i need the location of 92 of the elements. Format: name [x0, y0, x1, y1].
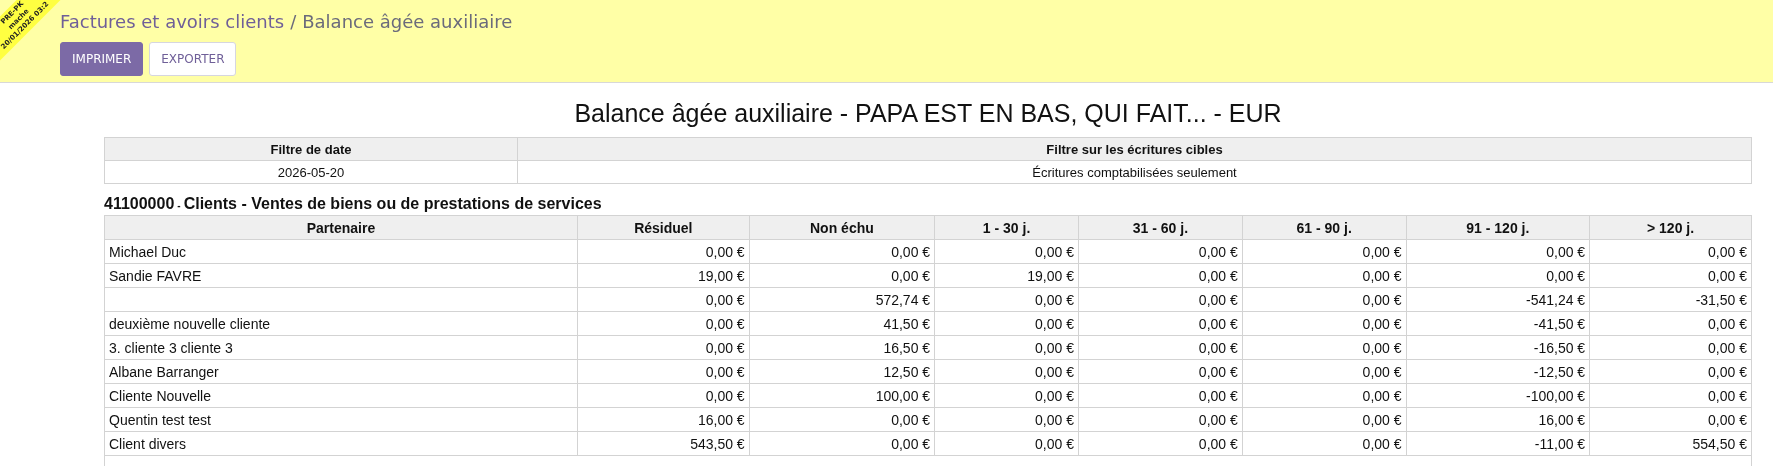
report-title: Balance âgée auxiliaire - PAPA EST EN BAS, QUI FAIT... - EUR [573, 99, 1283, 128]
table-cell: 19,00 € [934, 263, 1079, 288]
column-header: Partenaire [104, 215, 578, 240]
table-cell: 0,00 € [1078, 311, 1243, 336]
table-cell: 100,00 € [749, 383, 935, 408]
table-cell: 0,00 € [1242, 263, 1407, 288]
table-cell: 0,00 € [934, 239, 1079, 264]
table-cell: 0,00 € [1078, 263, 1243, 288]
table-cell: deuxième nouvelle cliente [104, 311, 578, 336]
table-cell: 0,00 € [1078, 239, 1243, 264]
table-cell: 0,00 € [1242, 407, 1407, 432]
column-header: Filtre de date [104, 137, 518, 161]
table-cell: 0,00 € [749, 239, 935, 264]
table-cell: Cliente Nouvelle [104, 383, 578, 408]
column-header: 1 - 30 j. [934, 215, 1079, 240]
table-cell: 0,00 € [1589, 239, 1752, 264]
table-cell: 0,00 € [934, 407, 1079, 432]
table-cell: 0,00 € [1242, 239, 1407, 264]
table-cell: 12,50 € [749, 359, 935, 384]
account-name: Clients - Ventes de biens ou de prestations de services [183, 195, 602, 213]
table-cell: 0,00 € [1589, 311, 1752, 336]
table-cell: 0,00 € [1242, 359, 1407, 384]
table-cell: 572,74 € [749, 287, 935, 312]
breadcrumb-item: Balance âgée auxiliaire [302, 10, 513, 32]
table-cell: Albane Barranger [104, 359, 578, 384]
table-cell: 0,00 € [1078, 383, 1243, 408]
table-cell: Client divers [104, 431, 578, 456]
table-cell: -41,50 € [1406, 311, 1590, 336]
table-cell: -100,00 € [1406, 383, 1590, 408]
table-cell: 0,00 € [934, 431, 1079, 456]
table-cell: 0,00 € [1242, 335, 1407, 360]
table-cell: -12,50 € [1406, 359, 1590, 384]
export-button[interactable]: EXPORTER [149, 42, 237, 76]
table-cell: 0,00 € [1078, 359, 1243, 384]
table-cell: 0,00 € [577, 335, 750, 360]
table-cell: -16,50 € [1406, 335, 1590, 360]
table-cell: 0,00 € [1589, 335, 1752, 360]
table-cell: 0,00 € [749, 431, 935, 456]
table-cell: 0,00 € [1078, 407, 1243, 432]
table-cell: 543,50 € [577, 431, 750, 456]
table-cell: -541,24 € [1406, 287, 1590, 312]
table-cell: 0,00 € [1242, 383, 1407, 408]
table-cell: 0,00 € [934, 383, 1079, 408]
table-cell: 0,00 € [934, 359, 1079, 384]
table-cell: Sandie FAVRE [104, 263, 578, 288]
table-cell: 16,00 € [577, 407, 750, 432]
table-cell: 0,00 € [1406, 263, 1590, 288]
column-header: > 120 j. [1589, 215, 1752, 240]
column-header: Filtre sur les écritures cibles [517, 137, 1752, 161]
table-cell: 0,00 € [1078, 287, 1243, 312]
column-header: Résiduel [577, 215, 750, 240]
table-cell: 41,50 € [749, 311, 935, 336]
table-cell: 0,00 € [577, 359, 750, 384]
table-cell: 0,00 € [1242, 431, 1407, 456]
table-cell: 0,00 € [749, 263, 935, 288]
table-cell: 0,00 € [1078, 431, 1243, 456]
table-cell: 0,00 € [934, 335, 1079, 360]
table-cell: 0,00 € [577, 383, 750, 408]
column-header: 61 - 90 j. [1242, 215, 1407, 240]
account-separator: - [177, 200, 181, 211]
table-cell: 0,00 € [1589, 359, 1752, 384]
table-cell: 0,00 € [934, 311, 1079, 336]
column-header: Non échu [749, 215, 935, 240]
table-cell: -31,50 € [1589, 287, 1752, 312]
table-cell: 3. cliente 3 cliente 3 [104, 335, 578, 360]
table-cell: 19,00 € [577, 263, 750, 288]
table-cell: 0,00 € [1242, 311, 1407, 336]
table-cell: 0,00 € [1242, 287, 1407, 312]
table-cell: 0,00 € [1589, 263, 1752, 288]
table-cell: 0,00 € [1589, 383, 1752, 408]
table-cell: 0,00 € [934, 287, 1079, 312]
table-cell: 0,00 € [749, 407, 935, 432]
print-button[interactable]: IMPRIMER [60, 42, 144, 76]
column-header: 31 - 60 j. [1078, 215, 1243, 240]
table-cell: 554,50 € [1589, 431, 1752, 456]
breadcrumb-item[interactable]: Factures et avoirs clients [60, 10, 285, 32]
table-cell: 2026-05-20 [104, 160, 518, 184]
column-header: 91 - 120 j. [1406, 215, 1590, 240]
table-cell: 0,00 € [1589, 407, 1752, 432]
table-cell: Michael Duc [104, 239, 578, 264]
table-cell: 0,00 € [577, 287, 750, 312]
table-cell: 16,00 € [1406, 407, 1590, 432]
table-cell: 0,00 € [577, 311, 750, 336]
account-code: 41100000 [104, 195, 175, 213]
table-cell: 0,00 € [577, 239, 750, 264]
table-cell: 16,50 € [749, 335, 935, 360]
breadcrumb-separator: / [290, 10, 297, 32]
table-cell: Quentin test test [104, 407, 578, 432]
table-cell: 0,00 € [1406, 239, 1590, 264]
table-cell: Écritures comptabilisées seulement [517, 160, 1752, 184]
table-cell: -11,00 € [1406, 431, 1590, 456]
table-cell: 0,00 € [1078, 335, 1243, 360]
